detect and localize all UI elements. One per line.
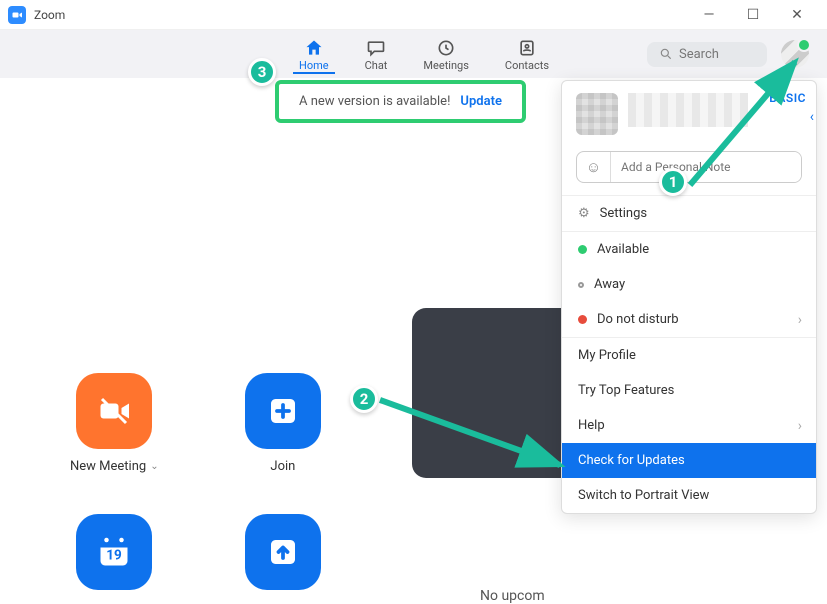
menu-my-profile-label: My Profile — [578, 348, 636, 363]
status-away[interactable]: Away — [562, 267, 816, 302]
join-button[interactable] — [245, 373, 321, 449]
tab-chat[interactable]: Chat — [359, 34, 394, 74]
tab-home[interactable]: Home — [293, 34, 335, 74]
status-dot-green — [578, 245, 587, 254]
menu-portrait-view[interactable]: Switch to Portrait View — [562, 478, 816, 513]
tab-contacts[interactable]: Contacts — [499, 34, 555, 74]
profile-name-redacted — [628, 93, 748, 127]
video-off-icon — [96, 393, 132, 429]
tab-contacts-label: Contacts — [505, 59, 549, 72]
personal-note-input[interactable] — [611, 152, 801, 182]
dropdown-header: BASIC ‹ — [562, 81, 816, 147]
status-available[interactable]: Available — [562, 232, 816, 267]
menu-settings[interactable]: ⚙ Settings — [562, 196, 816, 231]
share-up-icon — [265, 534, 301, 570]
status-dot-away — [578, 282, 584, 288]
status-dnd[interactable]: Do not disturb › — [562, 302, 816, 337]
calendar-icon: 19 — [96, 534, 132, 570]
action-grid: New Meeting ⌄ Join 19 — [70, 373, 327, 590]
gear-icon: ⚙ — [578, 206, 590, 221]
search-input[interactable]: Search — [647, 42, 767, 67]
menu-check-updates[interactable]: Check for Updates — [562, 443, 816, 478]
tab-home-label: Home — [299, 59, 329, 72]
minimize-button[interactable]: — — [687, 1, 731, 29]
close-button[interactable]: ✕ — [775, 1, 819, 29]
status-dnd-label: Do not disturb — [597, 312, 679, 327]
new-meeting-button[interactable] — [76, 373, 152, 449]
menu-my-profile[interactable]: My Profile — [562, 338, 816, 373]
tab-meetings-label: Meetings — [423, 59, 468, 72]
profile-large-avatar — [576, 93, 618, 135]
chevron-right-icon: › — [798, 312, 802, 328]
menu-settings-label: Settings — [600, 206, 647, 221]
personal-note-field[interactable]: ☺ — [576, 151, 802, 183]
emoji-icon[interactable]: ☺ — [577, 152, 611, 182]
schedule-button[interactable]: 19 — [76, 514, 152, 590]
plan-badge: BASIC — [769, 91, 806, 105]
new-meeting-label[interactable]: New Meeting ⌄ — [70, 459, 159, 474]
zoom-app-icon — [8, 6, 26, 24]
tab-chat-label: Chat — [365, 59, 388, 72]
menu-try-features-label: Try Top Features — [578, 383, 674, 398]
profile-dropdown: BASIC ‹ ☺ ⚙ Settings Available Away Do n… — [561, 80, 817, 514]
profile-avatar[interactable] — [781, 40, 809, 68]
update-link[interactable]: Update — [460, 94, 502, 109]
maximize-button[interactable]: ☐ — [731, 1, 775, 29]
chevron-left-icon[interactable]: ‹ — [810, 109, 814, 125]
menu-help-label: Help — [578, 418, 605, 433]
chevron-right-icon: › — [798, 418, 802, 434]
menu-check-updates-label: Check for Updates — [578, 453, 685, 468]
svg-text:19: 19 — [107, 548, 123, 564]
join-label: Join — [270, 459, 295, 474]
plus-icon — [265, 393, 301, 429]
menu-help[interactable]: Help › — [562, 408, 816, 443]
search-placeholder: Search — [679, 47, 719, 62]
menu-try-features[interactable]: Try Top Features — [562, 373, 816, 408]
share-screen-button[interactable] — [245, 514, 321, 590]
window-title: Zoom — [34, 8, 687, 22]
update-banner: A new version is available! Update — [275, 80, 526, 123]
top-nav: Home Chat Meetings Contacts Search — [0, 30, 827, 78]
status-available-label: Available — [597, 242, 649, 257]
menu-portrait-label: Switch to Portrait View — [578, 488, 709, 503]
chevron-down-icon: ⌄ — [150, 461, 158, 472]
titlebar: Zoom — ☐ ✕ — [0, 0, 827, 30]
callout-1: 1 — [659, 168, 687, 196]
status-away-label: Away — [594, 277, 625, 292]
callout-3: 3 — [248, 58, 276, 86]
search-icon — [659, 47, 673, 61]
tab-meetings[interactable]: Meetings — [417, 34, 474, 74]
new-meeting-text: New Meeting — [70, 459, 146, 474]
no-upcoming-text: No upcom — [480, 588, 545, 604]
status-dot-dnd — [578, 315, 587, 324]
callout-2: 2 — [350, 385, 378, 413]
update-banner-text: A new version is available! — [299, 94, 450, 109]
